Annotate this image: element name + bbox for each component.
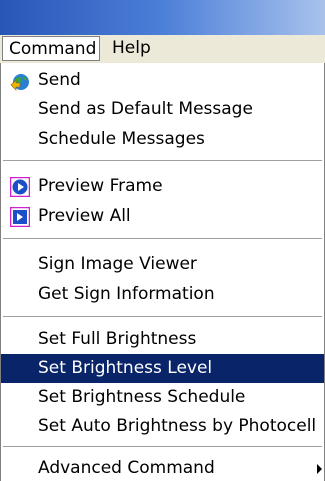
window-titlebar xyxy=(0,0,325,35)
menu-item-preview-all[interactable]: Preview All xyxy=(1,202,324,231)
menu-item-set-auto-brightness[interactable]: Set Auto Brightness by Photocell xyxy=(1,412,324,441)
preview-frame-icon xyxy=(10,177,30,197)
menu-item-schedule-messages[interactable]: Schedule Messages xyxy=(1,125,324,154)
menu-item-label: Send xyxy=(38,70,81,90)
menu-separator xyxy=(3,316,322,318)
menu-item-sign-image-viewer[interactable]: Sign Image Viewer xyxy=(1,250,324,279)
menu-item-label: Advanced Command xyxy=(38,458,215,478)
menu-separator xyxy=(3,238,322,240)
menu-item-set-brightness-schedule[interactable]: Set Brightness Schedule xyxy=(1,383,324,412)
chevron-right-icon xyxy=(317,464,322,474)
menu-item-label: Set Brightness Schedule xyxy=(38,387,246,407)
menu-item-label: Preview All xyxy=(38,206,131,226)
menubar-help[interactable]: Help xyxy=(106,36,157,61)
command-dropdown-menu: Send Send as Default Message Schedule Me… xyxy=(0,63,325,481)
menu-item-label: Get Sign Information xyxy=(38,284,215,304)
menu-item-label: Sign Image Viewer xyxy=(38,254,197,274)
menu-item-label: Send as Default Message xyxy=(38,99,253,119)
menu-separator xyxy=(3,160,322,162)
menu-item-send-as-default[interactable]: Send as Default Message xyxy=(1,95,324,124)
menu-item-label: Set Full Brightness xyxy=(38,329,197,349)
menu-item-set-brightness-level[interactable]: Set Brightness Level xyxy=(1,354,324,383)
menu-item-advanced-command[interactable]: Advanced Command xyxy=(1,454,324,481)
menu-item-label: Set Auto Brightness by Photocell xyxy=(38,416,317,436)
menu-item-preview-frame[interactable]: Preview Frame xyxy=(1,172,324,201)
menu-separator xyxy=(3,446,322,448)
menubar-command[interactable]: Command xyxy=(2,36,100,61)
menu-item-get-sign-information[interactable]: Get Sign Information xyxy=(1,280,324,309)
globe-send-icon xyxy=(10,74,29,91)
menu-item-label: Schedule Messages xyxy=(38,129,205,149)
menu-item-send[interactable]: Send xyxy=(1,66,324,95)
menu-item-label: Preview Frame xyxy=(38,176,163,196)
preview-all-icon xyxy=(10,207,30,227)
menu-item-label: Set Brightness Level xyxy=(38,358,213,378)
menu-item-set-full-brightness[interactable]: Set Full Brightness xyxy=(1,325,324,354)
menu-bar: Command Help xyxy=(0,35,325,64)
